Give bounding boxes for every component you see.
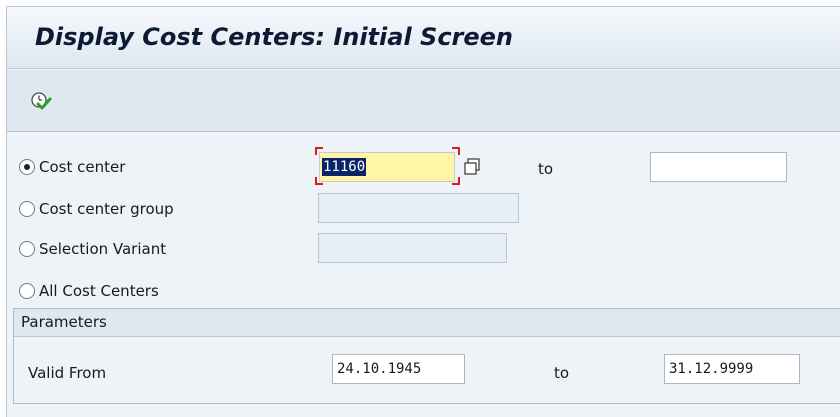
page-title: Display Cost Centers: Initial Screen xyxy=(35,23,514,51)
valid-to-label: to xyxy=(554,364,570,382)
radio-button-selected[interactable] xyxy=(19,159,35,175)
selection-area: Cost center 11160 to Cost center group S… xyxy=(7,133,840,417)
cost-center-to-label: to xyxy=(538,160,554,178)
radio-cost-center-group[interactable]: Cost center group xyxy=(19,197,174,221)
sap-window: Display Cost Centers: Initial Screen Cos… xyxy=(6,6,840,417)
multiple-selection-icon xyxy=(464,158,480,175)
cost-center-group-label: Cost center group xyxy=(39,200,174,218)
valid-to-input[interactable]: 31.12.9999 xyxy=(664,354,800,384)
parameters-header: Parameters xyxy=(14,309,840,337)
selection-variant-label: Selection Variant xyxy=(39,240,167,258)
radio-selection-variant[interactable]: Selection Variant xyxy=(19,237,166,261)
radio-button[interactable] xyxy=(19,201,35,217)
radio-cost-center[interactable]: Cost center xyxy=(19,155,125,179)
all-cost-centers-label: All Cost Centers xyxy=(39,282,159,300)
parameters-group: Parameters Valid From 24.10.1945 to 31.1… xyxy=(13,308,840,404)
execute-clock-check-icon xyxy=(31,92,52,110)
valid-from-input[interactable]: 24.10.1945 xyxy=(332,354,465,384)
cost-center-from-value: 11160 xyxy=(322,158,367,176)
cost-center-label: Cost center xyxy=(39,158,126,176)
title-bar: Display Cost Centers: Initial Screen xyxy=(7,7,840,69)
cost-center-group-input[interactable] xyxy=(318,193,519,223)
execute-button[interactable] xyxy=(29,89,53,113)
multiple-selection-button[interactable] xyxy=(462,157,482,177)
selection-variant-input[interactable] xyxy=(318,233,507,263)
radio-button[interactable] xyxy=(19,241,35,257)
cost-center-to-input[interactable] xyxy=(650,152,787,182)
application-toolbar xyxy=(7,70,840,132)
valid-from-label: Valid From xyxy=(28,364,107,382)
radio-button[interactable] xyxy=(19,283,35,299)
radio-all-cost-centers[interactable]: All Cost Centers xyxy=(19,279,159,303)
cost-center-from-input[interactable]: 11160 xyxy=(319,152,455,182)
